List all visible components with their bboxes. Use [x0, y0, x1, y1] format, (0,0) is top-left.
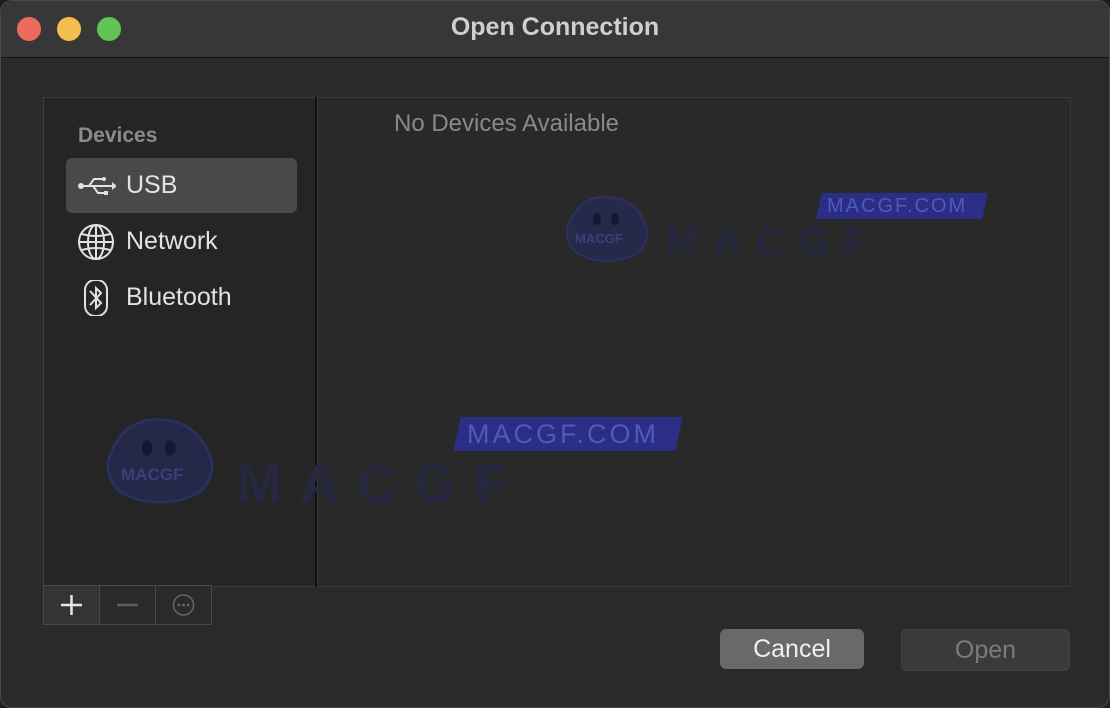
open-connection-window: Open Connection Devices USB Network Blue… [0, 0, 1110, 708]
usb-icon [78, 177, 116, 195]
device-list-pane: No Devices Available [317, 97, 1071, 587]
ellipsis-icon [172, 594, 195, 616]
remove-device-button[interactable] [100, 586, 156, 624]
minus-icon [117, 603, 138, 607]
devices-section-header: Devices [78, 124, 158, 147]
title-bar: Open Connection [1, 1, 1109, 58]
cancel-button[interactable]: Cancel [720, 629, 864, 669]
sidebar-item-label: USB [126, 171, 178, 199]
empty-state-message: No Devices Available [394, 110, 620, 137]
open-button[interactable]: Open [901, 629, 1070, 671]
sidebar-item-network[interactable]: Network [66, 214, 297, 269]
sidebar-item-label: Network [126, 227, 218, 255]
sidebar-item-label: Bluetooth [126, 283, 232, 311]
sidebar-toolbar [43, 585, 212, 625]
more-options-button[interactable] [156, 586, 211, 624]
globe-icon [78, 224, 114, 260]
sidebar-item-bluetooth[interactable]: Bluetooth [66, 270, 297, 325]
bluetooth-icon [84, 280, 108, 316]
plus-icon [61, 595, 82, 615]
window-title: Open Connection [450, 13, 660, 41]
sidebar-item-usb[interactable]: USB [66, 158, 297, 213]
add-device-button[interactable] [44, 586, 100, 624]
devices-sidebar: Devices USB Network Bluetooth [43, 97, 316, 587]
